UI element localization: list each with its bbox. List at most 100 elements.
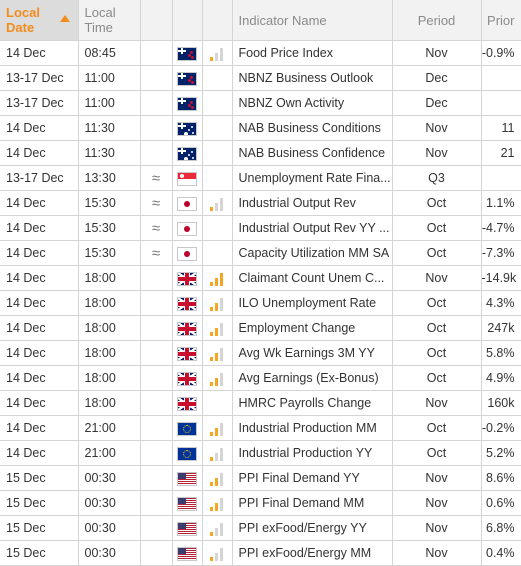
cell-country [172,90,203,116]
cell-approx-time-icon [140,90,173,116]
table-row[interactable]: 15 Dec 00:30 PPI Final Demand MM Nov 0.6% [0,490,521,516]
table-row[interactable]: 15 Dec 00:30 PPI exFood/Energy YY Nov 6.8% [0,515,521,541]
column-header-local-date[interactable]: Local Date [0,0,79,41]
table-row[interactable]: 14 Dec 18:00 ILO Unemployment Rate Oct 4.3% [0,290,521,316]
table-row[interactable]: 14 Dec 21:00 Industrial Production MM Oct -0… [0,415,521,441]
cell-indicator-name[interactable]: Industrial Output Rev [232,190,393,216]
cell-country [172,440,203,466]
cell-indicator-name[interactable]: NBNZ Own Activity [232,90,393,116]
cell-indicator-name[interactable]: PPI Final Demand YY [232,465,393,491]
cell-prior: 21 [481,140,521,166]
cell-period: Oct [392,440,482,466]
column-header-local-time[interactable]: Local Time [78,0,141,41]
cell-volatility [202,465,233,491]
volatility-bars-icon [210,547,224,561]
cell-country [172,365,203,391]
cell-local-time: 00:30 [78,515,141,541]
cell-approx-time-icon [140,440,173,466]
cell-volatility [202,190,233,216]
table-row[interactable]: 14 Dec 21:00 Industrial Production YY Oct 5.… [0,440,521,466]
nz-flag-icon [178,47,196,60]
table-row[interactable]: 14 Dec 18:00 Avg Wk Earnings 3M YY Oct 5.8% [0,340,521,366]
gb-flag-icon [178,272,196,285]
cell-country [172,140,203,166]
cell-indicator-name[interactable]: Industrial Production YY [232,440,393,466]
cell-period: Q3 [392,165,482,191]
table-row[interactable]: 14 Dec 18:00 Claimant Count Unem C... Nov -1… [0,265,521,291]
au-flag-icon [178,122,196,135]
cell-indicator-name[interactable]: HMRC Payrolls Change [232,390,393,416]
cell-volatility [202,215,233,241]
table-row[interactable]: 14 Dec 18:00 HMRC Payrolls Change Nov 160k [0,390,521,416]
cell-approx-time-icon [140,315,173,341]
cell-local-time: 00:30 [78,540,141,566]
table-row[interactable]: 14 Dec 08:45 Food Price Index Nov -0.9% [0,40,521,66]
table-row[interactable]: 14 Dec 15:30 ≈ Industrial Output Rev YY ...… [0,215,521,241]
cell-indicator-name[interactable]: Industrial Output Rev YY ... [232,215,393,241]
cell-country [172,240,203,266]
cell-local-date: 14 Dec [0,340,79,366]
table-row[interactable]: 14 Dec 11:30 NAB Business Confidence Nov 21 [0,140,521,166]
cell-local-date: 14 Dec [0,365,79,391]
cell-indicator-name[interactable]: ILO Unemployment Rate [232,290,393,316]
cell-indicator-name[interactable]: Capacity Utilization MM SA [232,240,393,266]
cell-local-date: 15 Dec [0,465,79,491]
cell-prior: 4.3% [481,290,521,316]
eu-flag-icon [178,447,196,460]
cell-indicator-name[interactable]: Avg Earnings (Ex-Bonus) [232,365,393,391]
cell-local-date: 15 Dec [0,515,79,541]
cell-indicator-name[interactable]: NBNZ Business Outlook [232,65,393,91]
cell-prior [481,90,521,116]
cell-indicator-name[interactable]: PPI exFood/Energy YY [232,515,393,541]
table-row[interactable]: 14 Dec 18:00 Employment Change Oct 247k [0,315,521,341]
cell-prior: 4.9% [481,365,521,391]
cell-volatility [202,265,233,291]
cell-period: Nov [392,115,482,141]
table-row[interactable]: 13-17 Dec 13:30 ≈ Unemployment Rate Fina...… [0,165,521,191]
gb-flag-icon [178,322,196,335]
column-header-prior[interactable]: Prior [481,0,521,41]
cell-country [172,40,203,66]
nz-flag-icon [178,72,196,85]
cell-indicator-name[interactable]: Avg Wk Earnings 3M YY [232,340,393,366]
cell-indicator-name[interactable]: Food Price Index [232,40,393,66]
cell-indicator-name[interactable]: Industrial Production MM [232,415,393,441]
column-header-indicator-name[interactable]: Indicator Name [232,0,393,41]
cell-local-date: 15 Dec [0,540,79,566]
cell-indicator-name[interactable]: Employment Change [232,315,393,341]
cell-prior: -0.2% [481,415,521,441]
cell-indicator-name[interactable]: Unemployment Rate Fina... [232,165,393,191]
table-row[interactable]: 14 Dec 15:30 ≈ Industrial Output Rev Oct 1.1% [0,190,521,216]
table-row[interactable]: 14 Dec 15:30 ≈ Capacity Utilization MM SA Oc… [0,240,521,266]
cell-indicator-name[interactable]: NAB Business Confidence [232,140,393,166]
column-header-period[interactable]: Period [392,0,482,41]
us-flag-icon [178,547,196,560]
cell-local-time: 11:00 [78,90,141,116]
cell-approx-time-icon [140,290,173,316]
jp-flag-icon [178,247,196,260]
column-header-label: Local Time [84,5,116,35]
cell-approx-time-icon: ≈ [140,190,173,216]
cell-volatility [202,340,233,366]
volatility-bars-icon [210,347,224,361]
table-row[interactable]: 13-17 Dec 11:00 NBNZ Own Activity Dec [0,90,521,116]
table-row[interactable]: 14 Dec 18:00 Avg Earnings (Ex-Bonus) Oct 4.9… [0,365,521,391]
cell-indicator-name[interactable]: PPI exFood/Energy MM [232,540,393,566]
cell-indicator-name[interactable]: Claimant Count Unem C... [232,265,393,291]
cell-indicator-name[interactable]: NAB Business Conditions [232,115,393,141]
volatility-bars-icon [210,47,224,61]
cell-indicator-name[interactable]: PPI Final Demand MM [232,490,393,516]
cell-local-date: 14 Dec [0,115,79,141]
table-row[interactable]: 15 Dec 00:30 PPI exFood/Energy MM Nov 0.4% [0,540,521,566]
cell-volatility [202,515,233,541]
cell-prior [481,165,521,191]
cell-period: Nov [392,140,482,166]
table-row[interactable]: 14 Dec 11:30 NAB Business Conditions Nov 11 [0,115,521,141]
cell-country [172,415,203,441]
table-header-row: Local Date Local Time Indicator Name Per… [0,0,521,41]
table-row[interactable]: 13-17 Dec 11:00 NBNZ Business Outlook Dec [0,65,521,91]
gb-flag-icon [178,372,196,385]
cell-volatility [202,140,233,166]
table-row[interactable]: 15 Dec 00:30 PPI Final Demand YY Nov 8.6% [0,465,521,491]
cell-local-time: 18:00 [78,290,141,316]
